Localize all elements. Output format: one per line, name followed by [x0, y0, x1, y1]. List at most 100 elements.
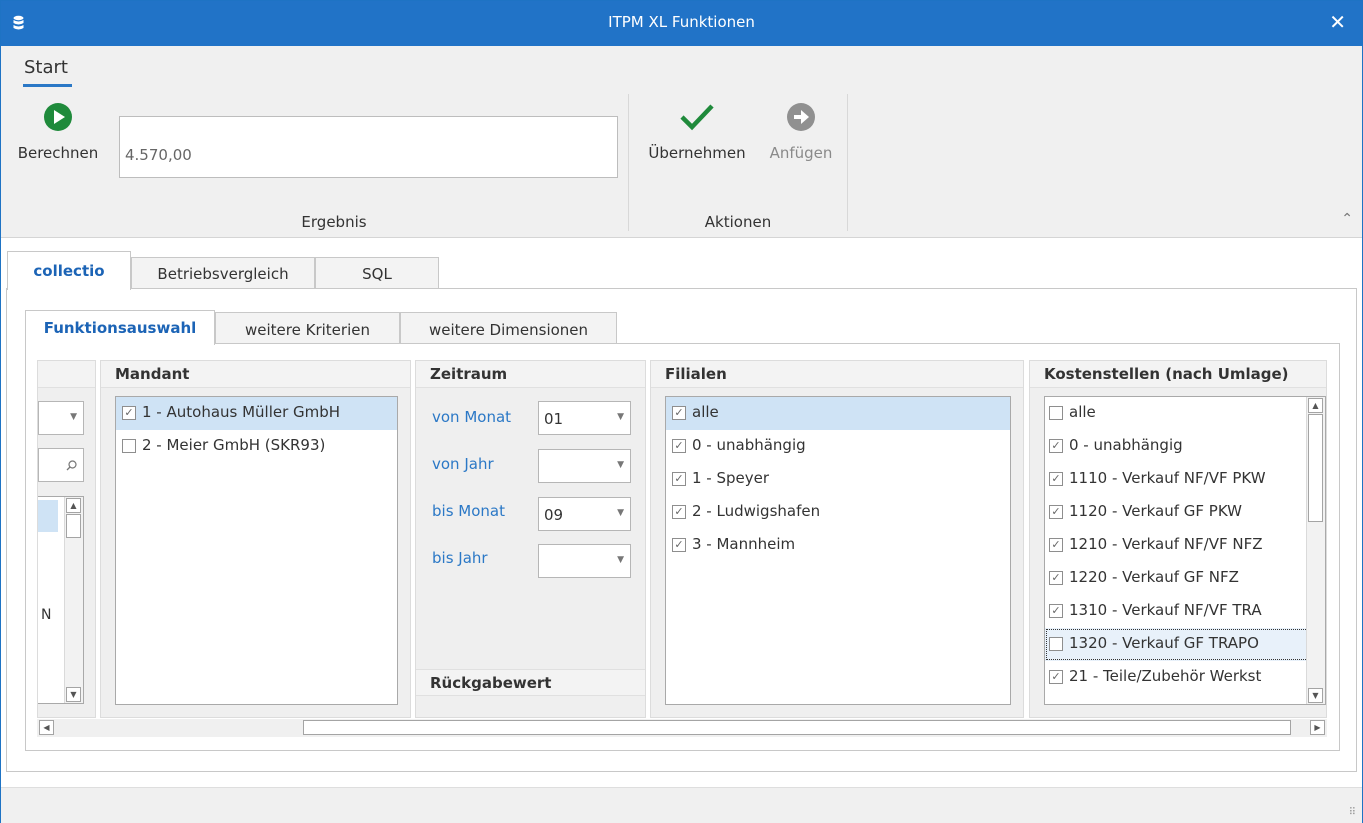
ribbon-tab-start[interactable]: Start	[24, 57, 68, 78]
kostenstellen-header: Kostenstellen (nach Umlage)	[1030, 361, 1326, 388]
kostenstelle-item[interactable]: 1220 - Verkauf GF NFZ	[1045, 562, 1325, 595]
result-group-label: Ergebnis	[301, 213, 367, 231]
tab-betriebsvergleich[interactable]: Betriebsvergleich	[131, 257, 315, 288]
checkbox[interactable]	[1049, 406, 1063, 420]
window-title: ITPM XL Funktionen	[608, 13, 755, 31]
scroll-down-icon[interactable]: ▼	[66, 687, 81, 702]
collapse-ribbon-icon[interactable]: ⌃	[1341, 211, 1353, 227]
filiale-item[interactable]: 2 - Ludwigshafen	[666, 496, 1010, 529]
kostenstellen-scrollbar[interactable]: ▲ ▼	[1306, 397, 1325, 704]
checkbox[interactable]	[1049, 439, 1063, 453]
ribbon-separator	[628, 94, 629, 231]
chevron-down-icon: ▼	[617, 412, 624, 422]
scroll-up-icon[interactable]: ▲	[1308, 398, 1323, 413]
truncated-list[interactable]: N ▲ ▼	[38, 496, 84, 704]
calculate-button[interactable]: Berechnen	[11, 102, 105, 162]
tab-weitere-kriterien[interactable]: weitere Kriterien	[215, 312, 400, 343]
checkbox[interactable]	[1049, 604, 1063, 618]
ribbon-tab-underline	[23, 84, 72, 87]
scroll-right-icon[interactable]: ▶	[1310, 720, 1325, 735]
search-input[interactable]	[38, 448, 84, 482]
kostenstelle-item[interactable]: 21 - Teile/Zubehör Werkst	[1045, 661, 1325, 694]
zeitraum-header: Zeitraum	[416, 361, 645, 388]
kostenstelle-item[interactable]: 0 - unabhängig	[1045, 430, 1325, 463]
checkbox[interactable]	[122, 439, 136, 453]
checkbox[interactable]	[1049, 670, 1063, 684]
scroll-down-icon[interactable]: ▼	[1308, 688, 1323, 703]
title-bar: ITPM XL Funktionen ✕	[1, 1, 1362, 46]
zeitraum-column: Zeitraum von Monat 01 ▼ von Jahr ▼ bis Mo…	[415, 360, 646, 718]
ribbon: Start Berechnen 4.570,00 Ergebnis Überne…	[1, 46, 1362, 238]
mandant-header: Mandant	[101, 361, 410, 388]
scroll-thumb[interactable]	[303, 720, 1291, 735]
apply-label: Übernehmen	[648, 144, 746, 162]
truncated-column: ▼ N ▲ ▼	[37, 360, 96, 718]
bis-jahr-combo[interactable]: ▼	[538, 544, 631, 578]
app-window: ITPM XL Funktionen ✕ Start Berechnen 4.5…	[0, 0, 1363, 823]
filiale-item[interactable]: 1 - Speyer	[666, 463, 1010, 496]
apply-button[interactable]: Übernehmen	[639, 102, 755, 162]
scroll-up-icon[interactable]: ▲	[66, 498, 81, 513]
von-monat-label: von Monat	[432, 408, 512, 426]
kostenstellen-list[interactable]: alle 0 - unabhängig 1110 - Verkauf NF/VF…	[1044, 396, 1326, 705]
result-field[interactable]: 4.570,00	[119, 116, 618, 178]
chevron-down-icon: ▼	[617, 555, 624, 565]
truncated-column-header	[38, 361, 95, 388]
scroll-thumb[interactable]	[1308, 414, 1323, 522]
play-circle-icon	[44, 103, 72, 131]
bis-monat-combo[interactable]: 09 ▼	[538, 497, 631, 531]
checkbox[interactable]	[1049, 505, 1063, 519]
checkbox[interactable]	[1049, 637, 1063, 651]
chevron-down-icon: ▼	[617, 460, 624, 470]
kostenstelle-item[interactable]: 1320 - Verkauf GF TRAPO	[1045, 628, 1325, 661]
chevron-down-icon: ▼	[70, 412, 77, 422]
horizontal-scrollbar[interactable]: ◀ ▶	[37, 719, 1327, 737]
kostenstelle-item[interactable]: 1110 - Verkauf NF/VF PKW	[1045, 463, 1325, 496]
filiale-item[interactable]: alle	[666, 397, 1010, 430]
checkmark-icon	[680, 104, 714, 131]
mandant-list[interactable]: 1 - Autohaus Müller GmbH 2 - Meier GmbH …	[115, 396, 398, 705]
filialen-list[interactable]: alle 0 - unabhängig 1 - Speyer 2 - Ludwi…	[665, 396, 1011, 705]
truncated-selected-row	[38, 500, 58, 532]
von-jahr-label: von Jahr	[432, 455, 494, 473]
von-monat-combo[interactable]: 01 ▼	[538, 401, 631, 435]
checkbox[interactable]	[672, 472, 686, 486]
arrow-right-circle-icon	[787, 103, 815, 131]
filiale-item[interactable]: 0 - unabhängig	[666, 430, 1010, 463]
kostenstelle-item[interactable]: 1210 - Verkauf NF/VF NFZ	[1045, 529, 1325, 562]
bis-jahr-label: bis Jahr	[432, 549, 488, 567]
von-jahr-combo[interactable]: ▼	[538, 449, 631, 483]
truncated-scrollbar[interactable]: ▲ ▼	[64, 497, 83, 703]
checkbox[interactable]	[672, 538, 686, 552]
magnifier-icon	[66, 460, 77, 471]
kostenstelle-item[interactable]: 1120 - Verkauf GF PKW	[1045, 496, 1325, 529]
checkbox[interactable]	[1049, 571, 1063, 585]
mandant-item[interactable]: 1 - Autohaus Müller GmbH	[116, 397, 397, 430]
filialen-header: Filialen	[651, 361, 1023, 388]
mandant-item[interactable]: 2 - Meier GmbH (SKR93)	[116, 430, 397, 463]
scroll-left-icon[interactable]: ◀	[39, 720, 54, 735]
resize-grip-icon[interactable]: ⠿	[1349, 807, 1356, 818]
append-label: Anfügen	[769, 144, 833, 162]
filiale-item[interactable]: 3 - Mannheim	[666, 529, 1010, 562]
actions-group-label: Aktionen	[704, 213, 772, 231]
scroll-thumb[interactable]	[66, 514, 81, 538]
kostenstelle-item[interactable]: alle	[1045, 397, 1325, 430]
tab-collectio[interactable]: collectio	[7, 251, 131, 290]
kostenstelle-item[interactable]: 1310 - Verkauf NF/VF TRA	[1045, 595, 1325, 628]
tab-funktionsauswahl[interactable]: Funktionsauswahl	[25, 310, 215, 345]
checkbox[interactable]	[1049, 538, 1063, 552]
checkbox[interactable]	[1049, 472, 1063, 486]
checkbox[interactable]	[672, 439, 686, 453]
checkbox[interactable]	[122, 406, 136, 420]
filialen-column: Filialen alle 0 - unabhängig 1 - Speyer …	[650, 360, 1024, 718]
mandant-column: Mandant 1 - Autohaus Müller GmbH 2 - Mei…	[100, 360, 411, 718]
close-icon[interactable]: ✕	[1329, 10, 1346, 34]
truncated-combo[interactable]: ▼	[38, 401, 84, 435]
append-button[interactable]: Anfügen	[761, 102, 841, 162]
checkbox[interactable]	[672, 406, 686, 420]
checkbox[interactable]	[672, 505, 686, 519]
kostenstellen-column: Kostenstellen (nach Umlage) alle 0 - una…	[1029, 360, 1327, 718]
tab-sql[interactable]: SQL	[315, 257, 439, 288]
tab-weitere-dimensionen[interactable]: weitere Dimensionen	[400, 312, 617, 343]
